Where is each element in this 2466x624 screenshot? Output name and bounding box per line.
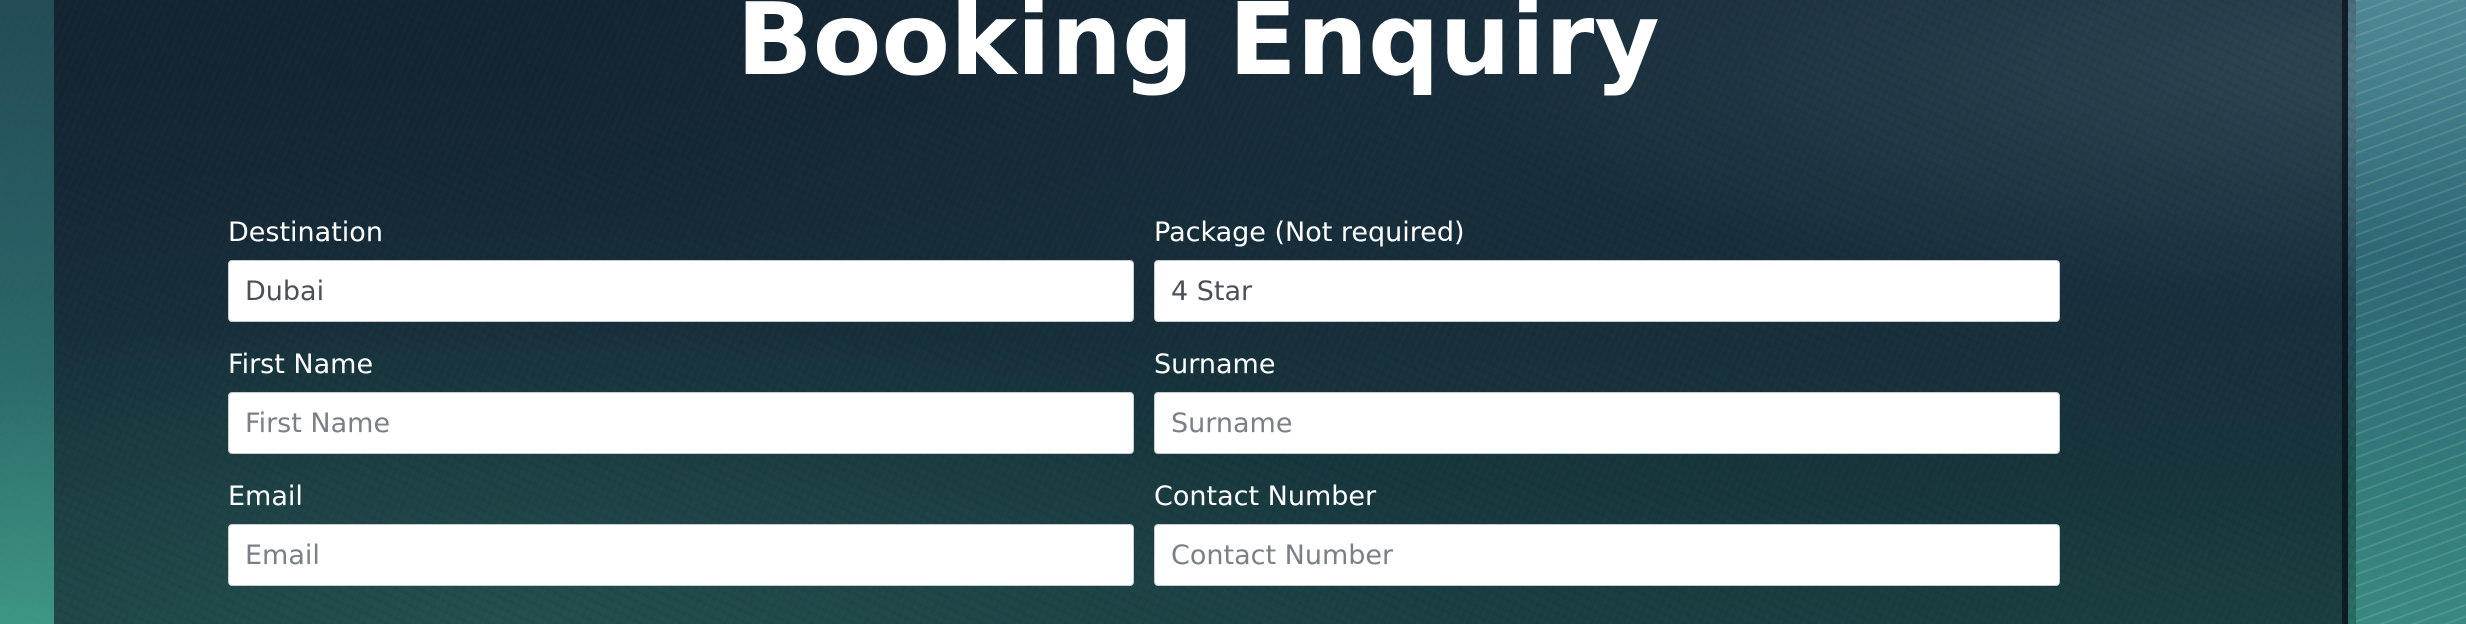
- booking-enquiry-page: Booking Enquiry Destination Package (Not…: [0, 0, 2466, 624]
- background-image-right: [2356, 0, 2466, 624]
- contact-number-label: Contact Number: [1154, 481, 1377, 512]
- surname-label: Surname: [1154, 349, 1276, 380]
- page-title: Booking Enquiry: [736, 0, 1660, 98]
- contact-number-field-group: Contact Number: [1154, 478, 2060, 586]
- form-row-contact: Email Contact Number: [228, 478, 2060, 586]
- email-field-group: Email: [228, 478, 1134, 586]
- first-name-label: First Name: [228, 349, 374, 380]
- contact-number-input[interactable]: [1154, 524, 2060, 586]
- email-input[interactable]: [228, 524, 1134, 586]
- package-label: Package (Not required): [1154, 217, 1465, 248]
- background-image-left: [0, 0, 54, 624]
- form-row-destination-package: Destination Package (Not required): [228, 214, 2060, 322]
- destination-input[interactable]: [228, 260, 1134, 322]
- package-field-group: Package (Not required): [1154, 214, 2060, 322]
- destination-field-group: Destination: [228, 214, 1134, 322]
- form-row-name: First Name Surname: [228, 346, 2060, 454]
- surname-input[interactable]: [1154, 392, 2060, 454]
- booking-enquiry-form: Destination Package (Not required) First…: [228, 214, 2060, 610]
- first-name-field-group: First Name: [228, 346, 1134, 454]
- destination-label: Destination: [228, 217, 383, 248]
- surname-field-group: Surname: [1154, 346, 2060, 454]
- package-input[interactable]: [1154, 260, 2060, 322]
- first-name-input[interactable]: [228, 392, 1134, 454]
- email-label: Email: [228, 481, 303, 512]
